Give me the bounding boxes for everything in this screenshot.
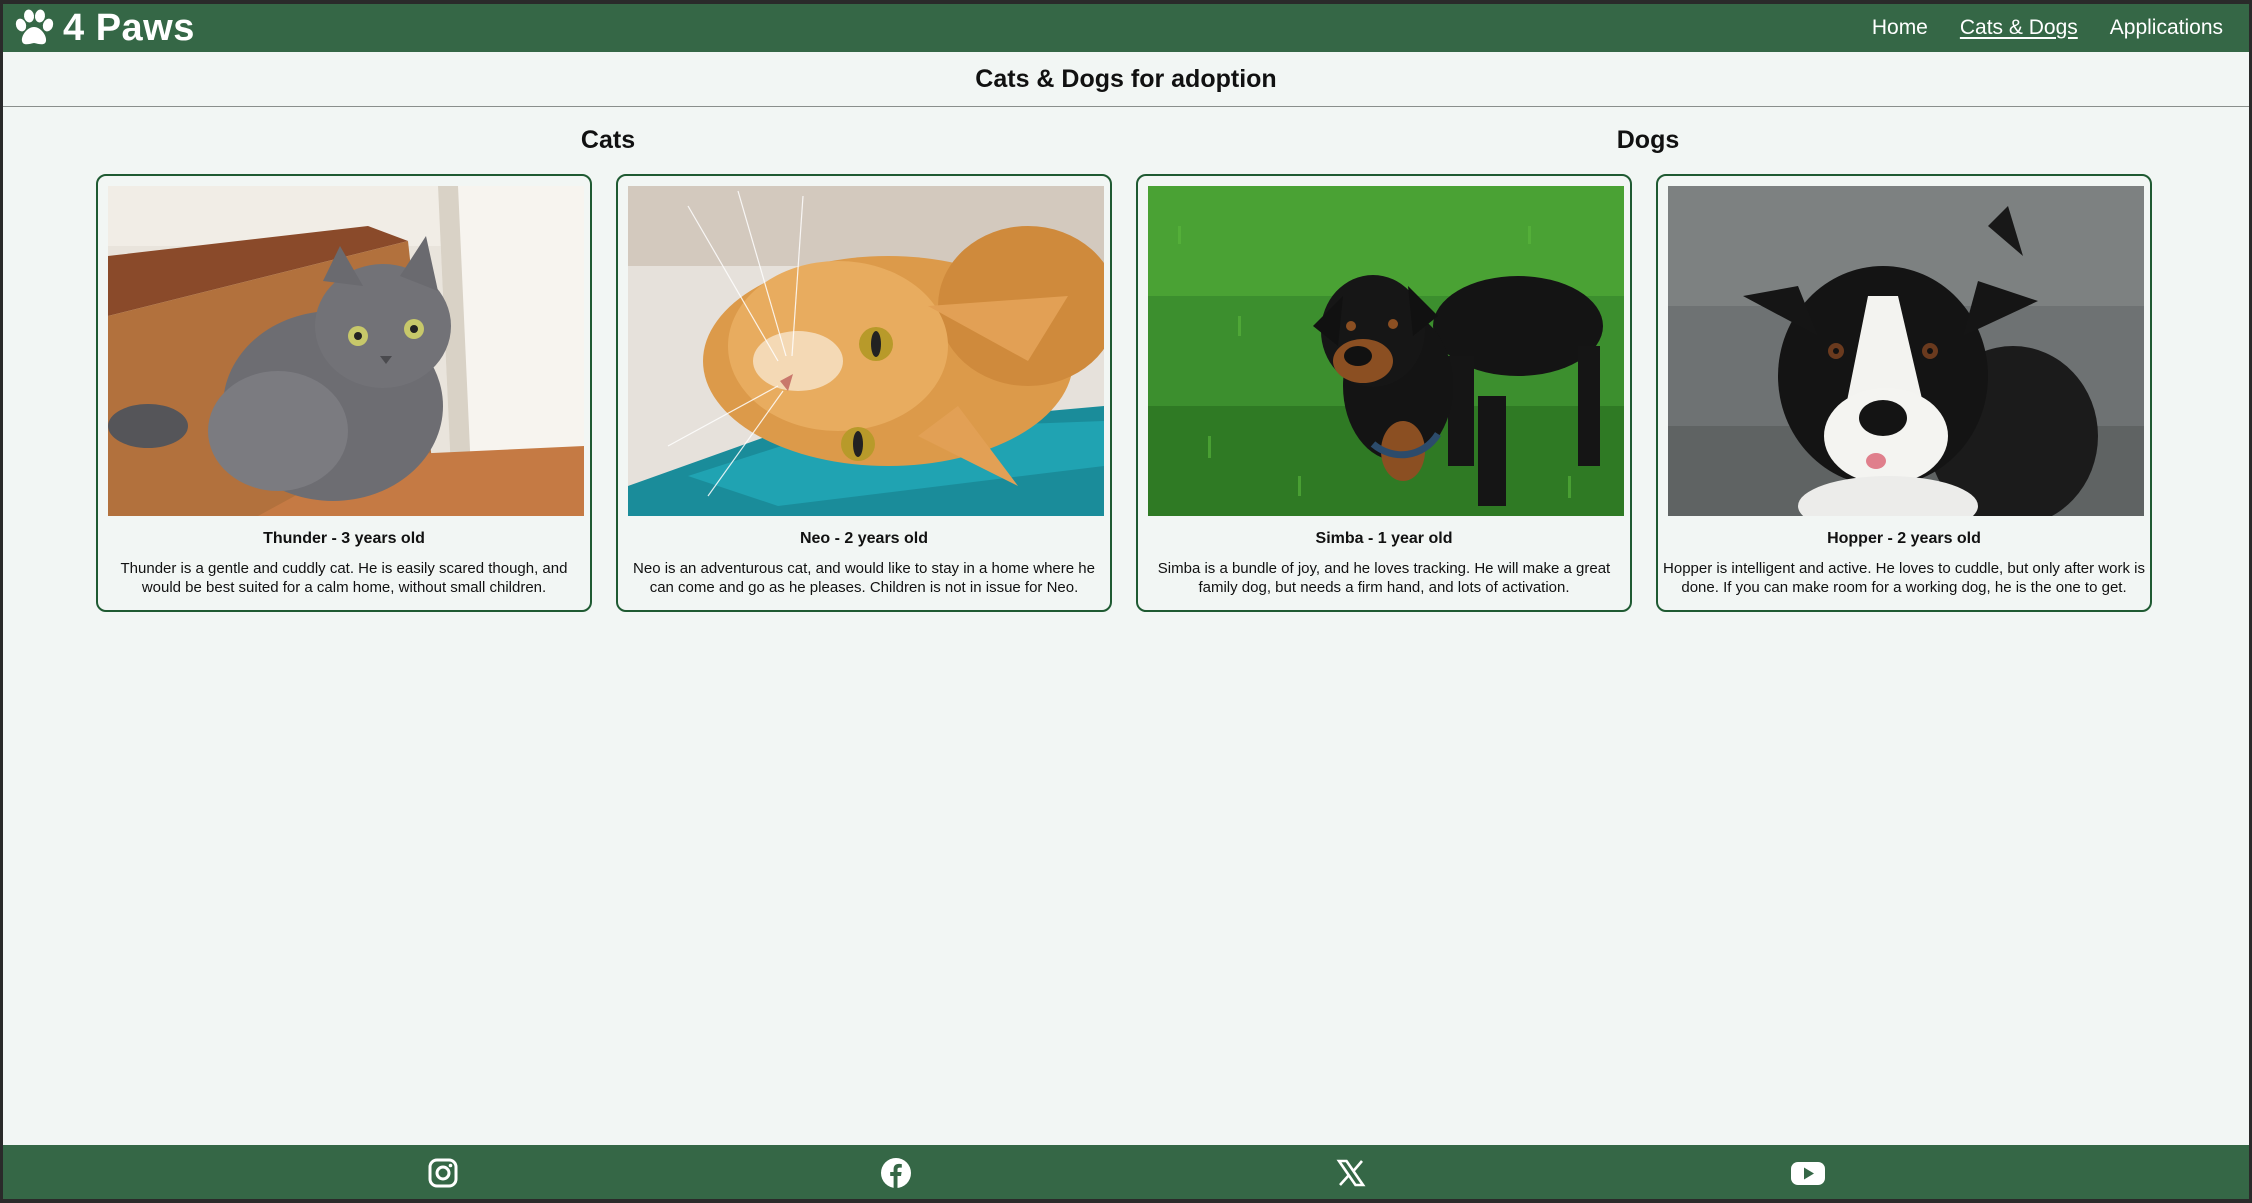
youtube-icon bbox=[1791, 1162, 1825, 1185]
main-nav: Home Cats & Dogs Applications bbox=[1872, 4, 2223, 52]
page-title: Cats & Dogs for adoption bbox=[975, 64, 1277, 93]
animal-description: Neo is an adventurous cat, and would lik… bbox=[633, 560, 1095, 596]
cats-heading: Cats bbox=[580, 126, 636, 154]
instagram-link[interactable] bbox=[427, 1157, 459, 1189]
animal-name: Hopper - 2 years old bbox=[1827, 530, 1981, 547]
brand-name: 4 Paws bbox=[63, 7, 195, 49]
brand-logo-link[interactable]: 4 Paws bbox=[13, 8, 195, 48]
animal-card-hopper[interactable]: Hopper - 2 years old Hopper is intellige… bbox=[1656, 174, 2152, 612]
animal-card-simba[interactable]: Simba - 1 year old Simba is a bundle of … bbox=[1136, 174, 1632, 612]
nav-applications-link[interactable]: Applications bbox=[2110, 16, 2223, 40]
browser-viewport: 4 Paws Home Cats & Dogs Applications Cat… bbox=[3, 4, 2249, 1199]
animal-name: Neo - 2 years old bbox=[799, 530, 929, 547]
facebook-link[interactable] bbox=[880, 1157, 912, 1189]
animal-card-neo[interactable]: Neo - 2 years old Neo is an adventurous … bbox=[616, 174, 1112, 612]
orange-cat-photo bbox=[628, 186, 1104, 516]
animal-description: Simba is a bundle of joy, and he loves t… bbox=[1157, 560, 1611, 596]
top-navbar: 4 Paws Home Cats & Dogs Applications bbox=[3, 4, 2249, 52]
nav-home-link[interactable]: Home bbox=[1872, 16, 1928, 40]
border-collie-photo bbox=[1668, 186, 2144, 516]
x-icon bbox=[1336, 1159, 1366, 1187]
animal-name: Simba - 1 year old bbox=[1315, 530, 1453, 547]
animal-description: Hopper is intelligent and active. He lov… bbox=[1663, 560, 2145, 596]
animal-name: Thunder - 3 years old bbox=[263, 530, 425, 547]
nav-cats-dogs-link[interactable]: Cats & Dogs bbox=[1960, 16, 2078, 40]
facebook-icon bbox=[881, 1158, 911, 1188]
x-link[interactable] bbox=[1335, 1157, 1367, 1189]
paw-icon bbox=[15, 9, 54, 45]
rottweiler-photo bbox=[1148, 186, 1624, 516]
dogs-heading: Dogs bbox=[1616, 126, 1680, 154]
page-title-bar: Cats & Dogs for adoption bbox=[3, 52, 2249, 107]
footer bbox=[3, 1145, 2249, 1199]
youtube-link[interactable] bbox=[1790, 1157, 1825, 1189]
grey-cat-photo bbox=[108, 186, 584, 516]
animal-description: Thunder is a gentle and cuddly cat. He i… bbox=[120, 560, 568, 596]
instagram-icon bbox=[428, 1158, 458, 1188]
animal-card-thunder[interactable]: Thunder - 3 years old Thunder is a gentl… bbox=[96, 174, 592, 612]
